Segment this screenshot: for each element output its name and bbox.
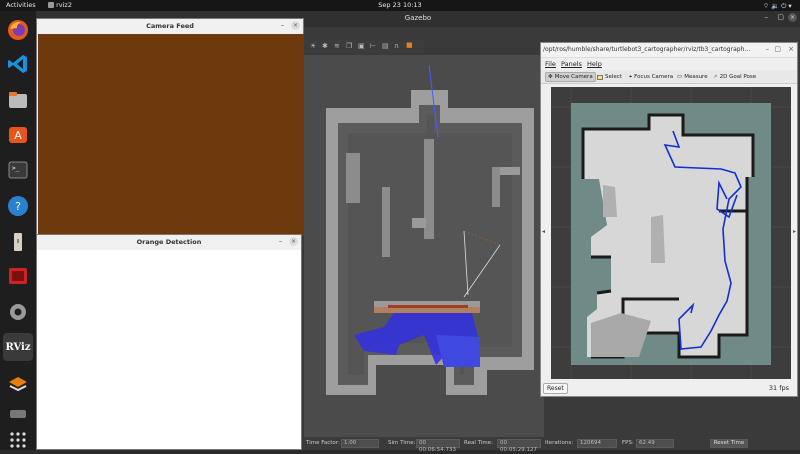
select-tool[interactable]: Select <box>595 72 624 82</box>
rviz-toolbar: ✥ Move Camera Select ⌖ Focus Camera ▭ Measu… <box>541 70 797 84</box>
focus-camera-icon: ⌖ <box>629 73 633 80</box>
spot-light-icon[interactable]: ≋ <box>334 42 340 50</box>
rviz-icon[interactable]: RViz <box>3 333 33 361</box>
real-time-factor-label: Time Factor: <box>306 440 340 446</box>
rviz-icon-label: RViz <box>5 341 31 353</box>
orange-detection-window: Orange Detection – × <box>36 234 302 450</box>
headphones-icon[interactable]: ∩ <box>394 42 399 50</box>
minimize-button[interactable]: – <box>278 21 287 30</box>
orange-detection-title-bar: Orange Detection – × <box>37 235 301 250</box>
close-button[interactable]: × <box>788 45 794 53</box>
rviz-title-bar: /opt/ros/humble/share/turtlebot3_cartogr… <box>541 43 797 58</box>
goal-pose-tool[interactable]: ➚ 2D Goal Pose <box>711 72 758 82</box>
reset-button[interactable]: Reset <box>543 383 568 394</box>
move-camera-icon: ✥ <box>548 74 553 80</box>
iterations-value: 120694 <box>577 439 617 448</box>
menu-file[interactable]: File <box>545 60 556 68</box>
close-button[interactable]: × <box>291 21 300 30</box>
rviz-fps: 31 fps <box>768 384 789 392</box>
point-light-icon[interactable]: ✱ <box>322 42 328 50</box>
camera-image <box>38 34 304 236</box>
rviz-menu-bar: File Panels Help <box>541 58 797 70</box>
dock: A >_ ? RViz <box>0 11 36 450</box>
drive-icon[interactable] <box>5 401 30 426</box>
measure-icon: ▭ <box>677 74 683 80</box>
record-icon[interactable]: ■ <box>406 41 413 49</box>
camera-feed-title: Camera Feed <box>146 22 194 30</box>
terminal-icon[interactable]: >_ <box>5 157 30 182</box>
tray-menu-icon: ▾ <box>788 2 794 10</box>
fps-label: FPS: <box>622 440 634 446</box>
help-icon[interactable]: ? <box>5 193 30 218</box>
left-panel-toggle-icon[interactable]: ◂ <box>542 228 545 235</box>
minimize-button[interactable]: – <box>766 45 770 53</box>
goal-arrow-icon: ➚ <box>713 74 718 80</box>
gazebo-status-bar: Time Factor: 1.00 Sim Time: 00 00:06:54.… <box>304 437 800 453</box>
measure-label: Measure <box>684 74 708 80</box>
minimize-button[interactable]: – <box>765 13 769 21</box>
close-button[interactable]: × <box>788 13 797 22</box>
files-icon[interactable] <box>5 87 30 112</box>
measure-tool[interactable]: ▭ Measure <box>675 72 710 82</box>
camera-feed-title-bar: Camera Feed – × <box>37 19 303 34</box>
focus-camera-tool[interactable]: ⌖ Focus Camera <box>627 72 675 82</box>
gazebo-world-render <box>304 55 544 437</box>
apps-grid-icon[interactable] <box>5 427 30 452</box>
network-icon: ⌔ <box>763 2 772 10</box>
app-store-icon[interactable]: A <box>5 121 30 146</box>
svg-text:A: A <box>14 129 22 142</box>
volume-icon: 🔉 <box>771 2 782 10</box>
menu-panels[interactable]: Panels <box>561 60 582 68</box>
maximize-button[interactable]: ▢ <box>774 45 781 53</box>
sim-time-value: 00 00:06:54.733 <box>416 439 460 453</box>
maximize-button[interactable]: ▢ <box>777 13 784 21</box>
iterations-label: Iterations: <box>545 440 574 446</box>
snap-icon[interactable]: ▤ <box>382 42 389 50</box>
close-button[interactable]: × <box>289 237 298 246</box>
orange-detection-title: Orange Detection <box>136 238 202 246</box>
paste-icon[interactable]: ▣ <box>358 42 365 50</box>
firefox-icon[interactable] <box>5 17 30 42</box>
rviz-footer: Reset 31 fps <box>541 381 797 397</box>
sun-light-icon[interactable]: ☀ <box>310 42 316 50</box>
minimize-button[interactable]: – <box>276 237 285 246</box>
sim-time-label: Sim Time: <box>388 440 416 446</box>
layers-icon[interactable] <box>5 371 30 396</box>
select-label: Select <box>605 74 622 80</box>
real-time-factor-value: 1.00 <box>341 439 379 448</box>
move-camera-tool[interactable]: ✥ Move Camera <box>545 72 596 82</box>
gazebo-3d-view[interactable] <box>304 55 544 437</box>
fps-value: 62.49 <box>636 439 674 448</box>
reset-time-button[interactable]: Reset Time <box>710 439 748 448</box>
settings-icon[interactable] <box>5 299 30 324</box>
focus-camera-label: Focus Camera <box>634 74 674 80</box>
align-icon[interactable]: ⊢ <box>370 42 376 50</box>
occupancy-map <box>551 87 791 379</box>
right-panel-toggle-icon[interactable]: ▸ <box>793 228 796 235</box>
svg-text:>_: >_ <box>12 165 20 172</box>
real-time-value: 00 00:05:29.127 <box>497 439 541 453</box>
gazebo-toolbar: ☀ ✱ ≋ ❐ ▣ ⊢ ▤ ∩ ■ <box>304 39 424 55</box>
media-icon[interactable] <box>5 263 30 288</box>
rviz-title: /opt/ros/humble/share/turtlebot3_cartogr… <box>543 46 751 53</box>
vscode-icon[interactable] <box>5 51 30 76</box>
top-bar: Activities rviz2 Sep 23 10:13 ⌔🔉⏻▾ <box>0 0 800 11</box>
menu-help[interactable]: Help <box>587 60 602 68</box>
select-icon <box>597 74 603 80</box>
clock[interactable]: Sep 23 10:13 <box>0 1 800 9</box>
rviz-window: /opt/ros/humble/share/turtlebot3_cartogr… <box>540 42 798 397</box>
rviz-map-view[interactable] <box>551 87 791 379</box>
usb-drive-icon[interactable] <box>5 229 30 254</box>
svg-text:?: ? <box>15 200 21 213</box>
real-time-label: Real Time: <box>464 440 493 446</box>
move-camera-label: Move Camera <box>554 74 593 80</box>
goal-pose-label: 2D Goal Pose <box>719 74 757 80</box>
system-tray[interactable]: ⌔🔉⏻▾ <box>763 1 794 11</box>
copy-icon[interactable]: ❐ <box>346 42 352 50</box>
camera-feed-window: Camera Feed – × <box>36 18 304 236</box>
